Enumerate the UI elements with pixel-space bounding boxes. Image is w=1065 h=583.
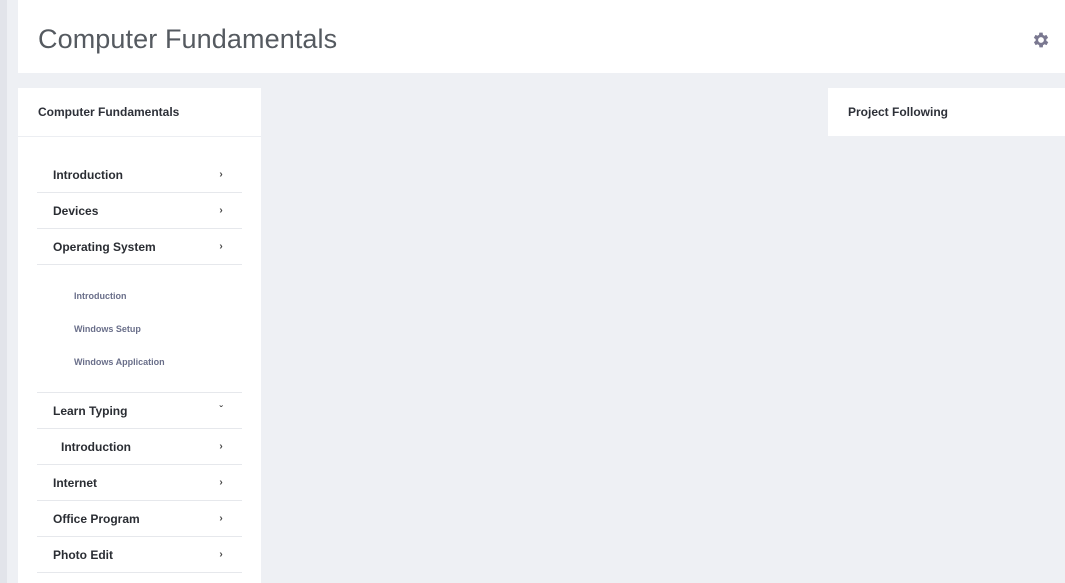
menu-item-label: Photo Edit bbox=[53, 547, 113, 562]
menu-item-label: Internet bbox=[53, 475, 98, 490]
chevron-right-icon: › bbox=[219, 513, 223, 524]
page-title: Computer Fundamentals bbox=[38, 24, 338, 54]
course-sidebar: Computer Fundamentals Introduction › Dev… bbox=[18, 88, 261, 583]
submenu-item-windows-application[interactable]: Windows Application bbox=[74, 345, 242, 378]
menu-item-office-program[interactable]: Office Program › bbox=[37, 501, 242, 537]
menu-item-photo-edit[interactable]: Photo Edit › bbox=[37, 537, 242, 573]
chevron-right-icon: › bbox=[219, 477, 223, 488]
left-rail bbox=[0, 0, 7, 583]
course-menu: Introduction › Devices › Operating Syste… bbox=[37, 157, 242, 573]
submenu-item-windows-setup[interactable]: Windows Setup bbox=[74, 312, 242, 345]
menu-item-learn-typing[interactable]: Learn Typing ˇ bbox=[37, 393, 242, 429]
menu-item-label: Operating System bbox=[53, 239, 156, 254]
menu-item-label: Devices bbox=[53, 203, 99, 218]
menu-item-label: Learn Typing bbox=[53, 403, 128, 418]
chevron-down-icon: ˇ bbox=[219, 405, 223, 416]
menu-item-learn-typing-introduction[interactable]: Introduction › bbox=[37, 429, 242, 465]
operating-system-submenu: Introduction Windows Setup Windows Appli… bbox=[37, 265, 242, 393]
menu-item-label: Introduction bbox=[53, 167, 123, 182]
submenu-item-introduction[interactable]: Introduction bbox=[74, 279, 242, 312]
chevron-right-icon: › bbox=[219, 441, 223, 452]
gear-icon[interactable] bbox=[1031, 30, 1051, 50]
project-following-panel: Project Following bbox=[828, 88, 1065, 136]
menu-item-operating-system[interactable]: Operating System › bbox=[37, 229, 242, 265]
chevron-right-icon: › bbox=[219, 205, 223, 216]
menu-item-label: Introduction bbox=[61, 439, 131, 454]
menu-item-introduction[interactable]: Introduction › bbox=[37, 157, 242, 193]
chevron-right-icon: › bbox=[219, 241, 223, 252]
panel-title: Project Following bbox=[848, 105, 949, 119]
sidebar-title: Computer Fundamentals bbox=[18, 88, 261, 137]
menu-item-devices[interactable]: Devices › bbox=[37, 193, 242, 229]
menu-item-label: Office Program bbox=[53, 511, 140, 526]
menu-item-internet[interactable]: Internet › bbox=[37, 465, 242, 501]
chevron-right-icon: › bbox=[219, 549, 223, 560]
chevron-right-icon: › bbox=[219, 169, 223, 180]
page-header: Computer Fundamentals bbox=[18, 0, 1065, 73]
